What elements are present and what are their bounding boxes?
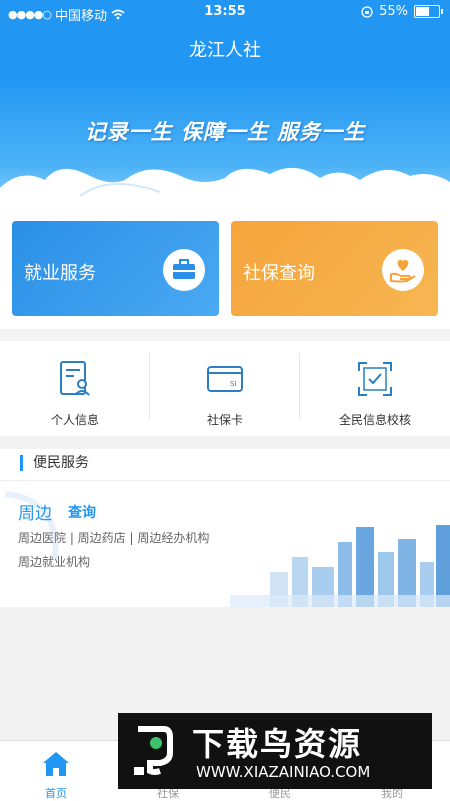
- info-verify-item[interactable]: 全民信息校核: [300, 341, 450, 436]
- battery-percent: 55%: [379, 4, 408, 19]
- divider: [0, 480, 450, 481]
- si-card-label: 社保卡: [206, 413, 243, 427]
- main-service-cards: 就业服务 社保查询: [0, 206, 450, 329]
- employment-service-label: 就业服务: [24, 263, 96, 284]
- home-icon: [43, 752, 69, 776]
- watermark-url: WWW.XIAZAINIAO.COM: [196, 763, 371, 781]
- personal-info-icon: [60, 361, 90, 396]
- banner[interactable]: 记录一生 保障一生 服务一生: [0, 76, 450, 206]
- svg-text:SI: SI: [230, 380, 237, 388]
- status-bar: ●●●●○ 中国移动 13:55 55%: [0, 0, 450, 26]
- section-title: 便民服务: [20, 455, 89, 471]
- hand-heart-icon: [382, 249, 424, 291]
- orientation-lock-icon: [361, 5, 373, 18]
- app-header: 龙江人社: [0, 26, 450, 76]
- nearby-heading: 周边: [18, 504, 52, 524]
- convenience-services: 便民服务 周边 查询 周边医院 | 周边药店 | 周边经办机构 周边就业机构: [0, 449, 450, 607]
- toolbox-icon: [163, 249, 205, 291]
- nearby-query-link[interactable]: 查询: [68, 502, 96, 522]
- page-title: 龙江人社: [189, 40, 261, 61]
- tab-home[interactable]: 首页: [0, 741, 112, 801]
- verify-scan-icon: [358, 362, 392, 396]
- quick-links: 个人信息 SI 社保卡 全民信息校核: [0, 341, 450, 436]
- info-verify-label: 全民信息校核: [338, 413, 411, 427]
- nearby-employment[interactable]: 周边就业机构: [18, 553, 90, 570]
- social-security-query-label: 社保查询: [243, 263, 315, 284]
- social-security-query-card[interactable]: 社保查询: [231, 221, 438, 316]
- personal-info-label: 个人信息: [50, 413, 99, 427]
- employment-service-card[interactable]: 就业服务: [12, 221, 219, 316]
- si-card-icon: SI: [207, 366, 243, 392]
- nearby-categories[interactable]: 周边医院 | 周边药店 | 周边经办机构: [18, 529, 209, 546]
- personal-info-item[interactable]: 个人信息: [0, 341, 150, 436]
- banner-slogan: 记录一生 保障一生 服务一生: [84, 120, 366, 144]
- si-card-item[interactable]: SI 社保卡: [150, 341, 300, 436]
- watermark-overlay: 下载鸟资源 WWW.XIAZAINIAO.COM: [118, 713, 432, 789]
- watermark-title: 下载鸟资源: [192, 725, 363, 763]
- city-skyline-illustration: [230, 517, 450, 607]
- tab-home-label: 首页: [45, 787, 67, 800]
- cloud-decoration: [0, 167, 450, 206]
- battery-icon: [414, 5, 443, 18]
- bird-logo-icon: [134, 726, 173, 775]
